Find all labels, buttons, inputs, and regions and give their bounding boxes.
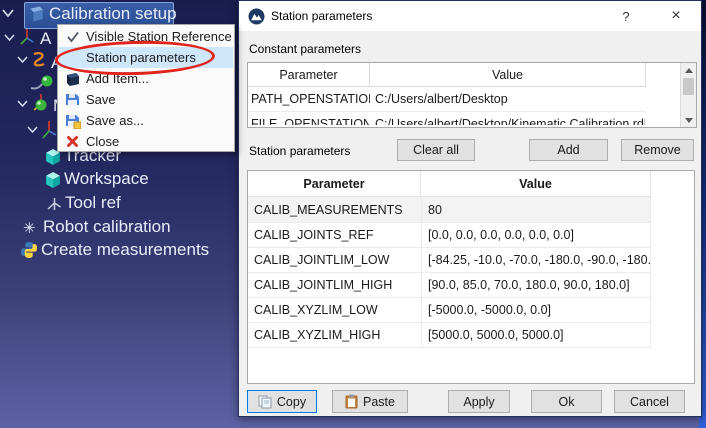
param-cell: PATH_OPENSTATION (248, 92, 370, 106)
value-cell: [90.0, 85.0, 70.0, 180.0, 90.0, 180.0] (422, 272, 651, 297)
dialog-title: Station parameters (271, 9, 372, 23)
table-row[interactable]: CALIB_MEASUREMENTS 80 (248, 197, 651, 223)
chevron-down-icon[interactable] (27, 126, 38, 134)
scroll-down-icon[interactable] (681, 113, 696, 127)
add-button[interactable]: Add (529, 139, 608, 161)
scroll-up-icon[interactable] (681, 63, 696, 77)
paste-button[interactable]: Paste (332, 390, 408, 413)
column-header-value[interactable]: Value (421, 171, 651, 197)
python-icon (20, 241, 38, 259)
tool-icon (31, 51, 48, 68)
param-cell: CALIB_MEASUREMENTS (248, 197, 422, 222)
constant-parameters-label: Constant parameters (249, 42, 361, 56)
tree-item-tool-ref[interactable]: Tool ref (65, 193, 121, 213)
menu-item-label: Save as... (86, 113, 144, 128)
menu-item-label: Add Item... (86, 71, 149, 86)
apply-button[interactable]: Apply (448, 390, 510, 413)
table-row-clipped[interactable]: FILE_OPENSTATION C:/Users/albert/Desktop… (248, 112, 646, 125)
table-row[interactable]: CALIB_XYZLIM_LOW [-5000.0, -5000.0, 0.0] (248, 297, 651, 323)
menu-item-label: Station parameters (86, 50, 196, 65)
menu-item-station-parameters[interactable]: Station parameters (59, 47, 233, 68)
add-item-icon (59, 70, 86, 88)
frame-icon (40, 119, 58, 141)
param-cell: CALIB_XYZLIM_HIGH (248, 322, 422, 347)
copy-button[interactable]: Copy (247, 390, 317, 413)
tree-item-workspace[interactable]: Workspace (64, 169, 149, 189)
tree-item-label[interactable]: Calibration setup (49, 4, 177, 24)
station-parameters-table[interactable]: Parameter Value CALIB_MEASUREMENTS 80 CA… (247, 170, 695, 384)
param-cell: FILE_OPENSTATION (248, 117, 370, 125)
column-header-parameter[interactable]: Parameter (248, 63, 370, 87)
value-cell: [-5000.0, -5000.0, 0.0] (422, 297, 651, 322)
menu-item-save[interactable]: Save (59, 89, 233, 110)
param-cell: CALIB_JOINTLIM_LOW (248, 247, 422, 272)
column-header-parameter[interactable]: Parameter (248, 171, 421, 197)
tool-frame-icon (46, 196, 63, 212)
table-row[interactable]: CALIB_JOINTLIM_LOW [-84.25, -10.0, -70.0… (248, 247, 651, 273)
menu-item-add-item[interactable]: Add Item... (59, 68, 233, 89)
target-icon: ✳ (23, 219, 36, 237)
scrollbar-thumb[interactable] (683, 78, 694, 95)
station-parameters-label: Station parameters (249, 144, 350, 158)
context-menu: Visible Station Reference Station parame… (57, 24, 235, 152)
value-cell: C:/Users/albert/Desktop/Kinematic Calibr… (370, 117, 645, 125)
vertical-scrollbar[interactable] (680, 63, 696, 127)
param-cell: CALIB_JOINTLIM_HIGH (248, 272, 422, 297)
param-cell: CALIB_JOINTS_REF (248, 222, 422, 247)
paste-icon (345, 394, 358, 409)
chevron-down-icon[interactable] (4, 34, 15, 42)
mechanism-icon (31, 93, 52, 114)
table-row[interactable]: PATH_OPENSTATION C:/Users/albert/Desktop (248, 87, 646, 112)
copy-icon (258, 395, 272, 409)
table-row[interactable]: CALIB_XYZLIM_HIGH [5000.0, 5000.0, 5000.… (248, 322, 651, 348)
tree-item-label[interactable]: A (40, 29, 51, 49)
check-icon (59, 31, 86, 43)
measure-ball-icon (29, 73, 57, 92)
menu-item-visible-station-reference[interactable]: Visible Station Reference (59, 26, 233, 47)
menu-item-label: Visible Station Reference (86, 29, 232, 44)
table-row[interactable]: CALIB_JOINTLIM_HIGH [90.0, 85.0, 70.0, 1… (248, 272, 651, 298)
close-icon (59, 135, 86, 148)
cancel-button[interactable]: Cancel (614, 390, 685, 413)
chevron-down-icon[interactable] (2, 9, 14, 18)
menu-item-save-as[interactable]: Save as... (59, 110, 233, 131)
close-button[interactable]: × (659, 1, 693, 31)
column-header-value[interactable]: Value (370, 63, 646, 87)
tree-item-robot-calibration[interactable]: Robot calibration (43, 217, 171, 237)
save-icon (59, 92, 86, 107)
constant-parameters-table[interactable]: Parameter Value PATH_OPENSTATION C:/User… (247, 62, 697, 128)
param-cell: CALIB_XYZLIM_LOW (248, 297, 422, 322)
menu-item-label: Close (86, 134, 119, 149)
station-parameters-dialog: Station parameters ? × Constant paramete… (238, 0, 702, 417)
menu-item-label: Save (86, 92, 116, 107)
paste-button-label: Paste (363, 395, 395, 409)
ok-button[interactable]: Ok (531, 390, 602, 413)
frame-icon (18, 27, 36, 47)
value-cell: [0.0, 0.0, 0.0, 0.0, 0.0, 0.0] (422, 222, 651, 247)
dialog-titlebar[interactable]: Station parameters ? × (239, 1, 701, 31)
station-icon (27, 4, 46, 24)
value-cell: C:/Users/albert/Desktop (370, 92, 508, 106)
save-as-icon (59, 113, 86, 129)
clear-all-button[interactable]: Clear all (397, 139, 475, 161)
app-window: Calibration setup A A M Tracker Workspac… (0, 0, 706, 428)
robodk-logo-icon (248, 8, 265, 25)
value-cell: [5000.0, 5000.0, 5000.0] (422, 322, 651, 347)
tree-item-create-measurements[interactable]: Create measurements (41, 240, 209, 260)
remove-button[interactable]: Remove (621, 139, 694, 161)
value-cell: [-84.25, -10.0, -70.0, -180.0, -90.0, -1… (422, 247, 651, 272)
chevron-down-icon[interactable] (17, 56, 28, 64)
table-row[interactable]: CALIB_JOINTS_REF [0.0, 0.0, 0.0, 0.0, 0.… (248, 222, 651, 248)
value-cell: 80 (422, 197, 651, 222)
help-button[interactable]: ? (609, 1, 643, 31)
cube-icon (44, 171, 62, 189)
chevron-down-icon[interactable] (17, 100, 28, 108)
menu-item-close[interactable]: Close (59, 131, 233, 152)
copy-button-label: Copy (277, 395, 306, 409)
